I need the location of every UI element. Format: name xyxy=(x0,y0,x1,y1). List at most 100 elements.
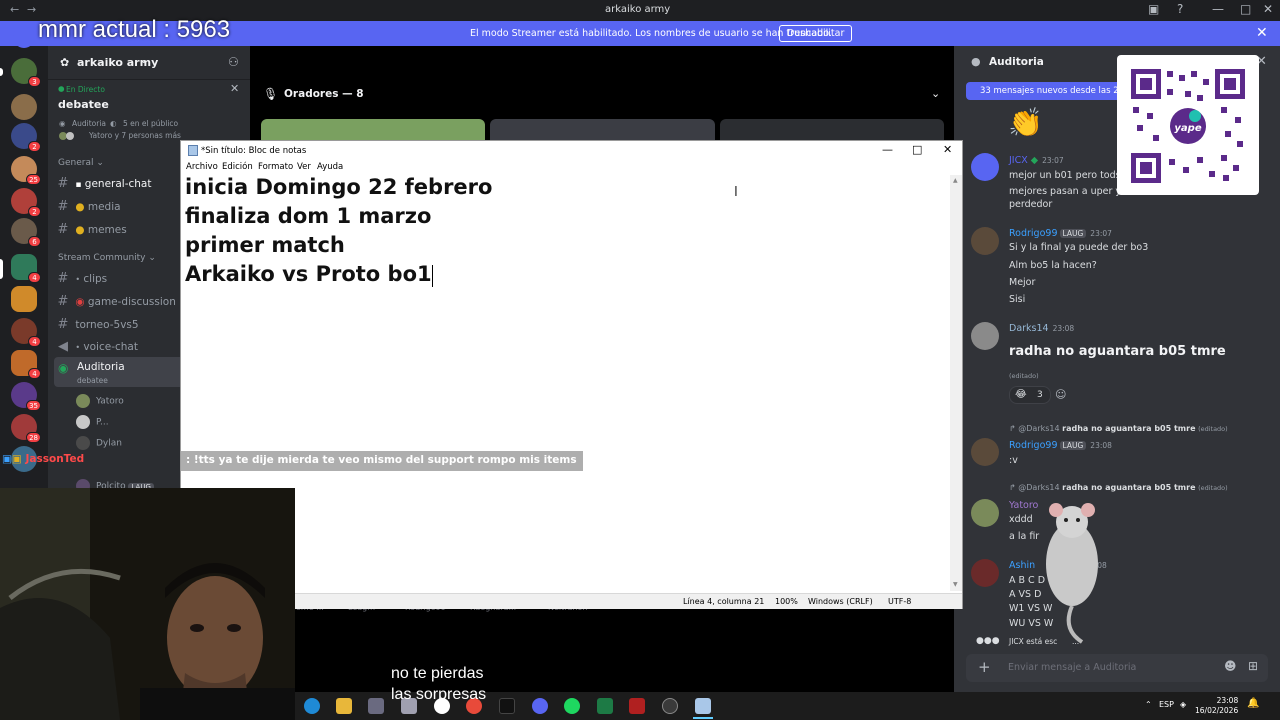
channel-media[interactable]: # ● media xyxy=(54,199,121,214)
category-general[interactable]: General ⌄ xyxy=(58,158,104,168)
avatar[interactable] xyxy=(971,227,999,255)
message-author[interactable]: Darks14 23:08 xyxy=(1009,323,1074,334)
notepad-text-area[interactable]: inicia Domingo 22 febrero finaliza dom 1… xyxy=(185,175,947,591)
tiktok-icon[interactable] xyxy=(499,698,515,714)
vertical-scrollbar[interactable]: ▲ ▼ xyxy=(950,175,962,591)
banner-close-icon[interactable]: ✕ xyxy=(1256,25,1268,41)
notification-icon[interactable]: 🔔 xyxy=(1247,698,1259,709)
maximize-icon[interactable]: □ xyxy=(1240,2,1251,16)
menu-ayuda[interactable]: Ayuda xyxy=(317,162,343,172)
add-attachment-icon[interactable]: + xyxy=(978,658,991,676)
menu-edicion[interactable]: Edición xyxy=(222,162,253,172)
channel-general-chat[interactable]: # ▪ general-chat xyxy=(54,176,152,191)
maximize-icon[interactable]: □ xyxy=(912,143,922,156)
avatar[interactable] xyxy=(971,559,999,587)
close-icon[interactable]: ✕ xyxy=(230,82,239,95)
edge-icon[interactable] xyxy=(304,698,320,714)
server-icon[interactable]: 3 xyxy=(11,58,41,87)
channel-clips[interactable]: # • clips xyxy=(54,271,108,286)
active-indicator xyxy=(693,717,713,719)
avatar[interactable] xyxy=(971,499,999,527)
message-composer[interactable]: + Enviar mensaje a Auditoria ☻ ⊞ xyxy=(966,654,1268,682)
channel-label: Auditoria xyxy=(77,361,125,373)
channel-game-discussion[interactable]: # ◉ game-discussion xyxy=(54,294,176,309)
close-icon[interactable]: ✕ xyxy=(1263,2,1273,16)
disable-streamer-button[interactable]: Deshabilitar xyxy=(779,25,853,42)
voice-user[interactable]: P... xyxy=(76,415,109,429)
avatar[interactable] xyxy=(971,322,999,350)
message-time: 23:08 xyxy=(1052,324,1075,333)
avatar[interactable] xyxy=(971,438,999,466)
reply-preview[interactable]: ↱ @Darks14 radha no aguantara b05 tmre (… xyxy=(1009,424,1228,433)
app-icon[interactable] xyxy=(629,698,645,714)
avatar xyxy=(76,394,90,408)
excel-icon[interactable] xyxy=(597,698,613,714)
avatar[interactable] xyxy=(971,153,999,181)
reply-icon: ↱ xyxy=(1009,424,1016,433)
channel-memes[interactable]: # ● memes xyxy=(54,222,127,237)
server-icon-arkaiko[interactable]: 4 xyxy=(11,254,41,283)
message-author[interactable]: Rodrigo99 LAUG 23:07 xyxy=(1009,228,1112,239)
server-icon[interactable]: 6 xyxy=(11,218,41,247)
invite-icon[interactable]: ⚇ xyxy=(228,55,239,69)
reaction-count: 3 xyxy=(1037,390,1043,400)
file-explorer-icon[interactable] xyxy=(336,698,352,714)
text-line: inicia Domingo 22 febrero xyxy=(185,175,493,199)
line-ending: Windows (CRLF) xyxy=(808,597,873,606)
author-name: Rodrigo99 xyxy=(1009,440,1058,451)
inbox-icon[interactable]: ▣ xyxy=(1148,2,1159,16)
back-icon[interactable]: ← xyxy=(10,3,19,16)
voice-user-name: P... xyxy=(96,417,109,428)
scroll-down-icon[interactable]: ▼ xyxy=(953,581,958,588)
notepad-taskbar-icon[interactable] xyxy=(695,698,711,714)
server-header[interactable]: ✿ arkaiko army ⌄ ⚇ xyxy=(48,46,250,80)
voice-user[interactable]: Yatoro xyxy=(76,394,124,408)
app-icon[interactable] xyxy=(368,698,384,714)
discord-icon[interactable] xyxy=(532,698,548,714)
category-stream-community[interactable]: Stream Community ⌄ xyxy=(58,253,156,263)
close-icon[interactable]: ✕ xyxy=(943,143,952,156)
minimize-icon[interactable]: — xyxy=(882,143,893,156)
server-icon[interactable]: 35 xyxy=(11,382,41,411)
channel-voice-chat[interactable]: ◀ • voice-chat xyxy=(54,339,138,354)
scroll-up-icon[interactable]: ▲ xyxy=(953,177,958,184)
server-icon[interactable]: 25 xyxy=(11,156,41,185)
chevron-up-icon[interactable]: ⌃ xyxy=(1145,700,1152,709)
channel-label: memes xyxy=(87,224,127,236)
apps-icon[interactable]: ⊞ xyxy=(1248,659,1258,673)
yape-qr-code: yape xyxy=(1117,55,1259,195)
taskbar-clock[interactable]: 23:08 16/02/2026 xyxy=(1195,696,1238,716)
channel-torneo[interactable]: # torneo-5vs5 xyxy=(54,317,139,332)
voice-user[interactable]: Dylan xyxy=(76,436,122,450)
server-icon[interactable]: 4 xyxy=(11,318,41,347)
forward-icon[interactable]: → xyxy=(27,3,36,16)
message-author[interactable]: Rodrigo99 LAUG 23:08 xyxy=(1009,440,1112,451)
menu-archivo[interactable]: Archivo xyxy=(186,162,218,172)
server-icon[interactable]: 2 xyxy=(11,188,41,217)
spotify-icon[interactable] xyxy=(564,698,580,714)
server-icon[interactable]: 4 xyxy=(11,350,41,379)
app-icon[interactable] xyxy=(662,698,678,714)
server-icon[interactable] xyxy=(11,94,37,120)
reply-icon: ↱ xyxy=(1009,483,1016,492)
server-icon[interactable]: 2 xyxy=(11,123,41,152)
stage-live-card[interactable]: ● En Directo ✕ debatee ◉ Auditoria ◐ 5 e… xyxy=(48,80,250,148)
help-icon[interactable]: ? xyxy=(1177,2,1183,16)
chevron-down-icon[interactable]: ⌄ xyxy=(931,87,940,100)
menu-formato[interactable]: Formato xyxy=(258,162,293,172)
stage-icon: ◉ xyxy=(58,361,69,375)
svg-text:yape: yape xyxy=(1174,123,1201,134)
menu-ver[interactable]: Ver xyxy=(297,162,311,172)
server-icon[interactable] xyxy=(11,286,37,312)
reaction-pill[interactable]: 😂 3 xyxy=(1009,386,1051,404)
language-indicator[interactable]: ESP xyxy=(1159,700,1174,709)
emoji-icon[interactable]: ☻ xyxy=(1224,659,1237,673)
message-author[interactable]: JICX ◆ 23:07 xyxy=(1009,155,1064,166)
discord-home-icon[interactable] xyxy=(13,26,35,48)
minimize-icon[interactable]: — xyxy=(1212,2,1224,16)
add-reaction-icon[interactable]: ☺ xyxy=(1055,388,1066,401)
channel-label: torneo-5vs5 xyxy=(75,319,139,331)
reply-preview[interactable]: ↱ @Darks14 radha no aguantara b05 tmre (… xyxy=(1009,483,1228,492)
network-icon[interactable]: ◈ xyxy=(1180,700,1186,709)
server-icon[interactable]: 28 xyxy=(11,414,41,443)
